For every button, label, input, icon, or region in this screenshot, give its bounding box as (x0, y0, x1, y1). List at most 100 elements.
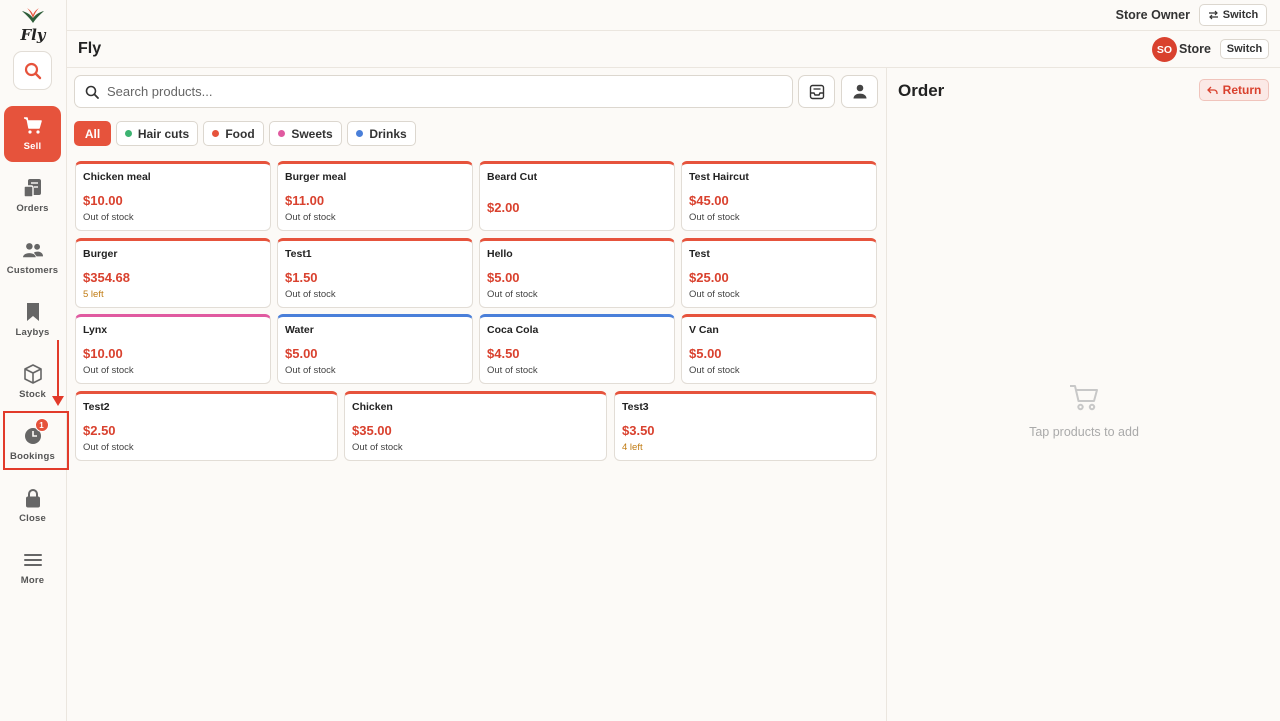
search-input[interactable] (107, 84, 757, 99)
product-stock: Out of stock (83, 442, 134, 453)
product-name: Test2 (83, 401, 110, 413)
sidebar-item-label: Customers (6, 265, 59, 276)
store-label: Store (1179, 42, 1211, 56)
product-search[interactable] (74, 75, 793, 108)
page-header: Fly SO Store Switch (67, 31, 1280, 68)
product-name: Test Haircut (689, 171, 749, 183)
product-price: $3.50 (622, 423, 655, 438)
product-card[interactable]: Chicken meal $10.00 Out of stock (75, 161, 271, 231)
product-stock: Out of stock (352, 442, 403, 453)
category-dot (356, 130, 364, 137)
sidebar-item-sell[interactable]: Sell (4, 106, 61, 162)
category-label: All (84, 126, 101, 141)
product-stock: Out of stock (285, 289, 336, 300)
category-label: Hair cuts (137, 126, 190, 141)
annotation-highlight-box (3, 411, 69, 470)
product-name: Burger (83, 248, 118, 260)
order-panel: Order Return Tap products to add (886, 68, 1280, 721)
bookmark-icon (23, 302, 43, 322)
inbox-icon (809, 84, 824, 99)
logo-text: Fly (20, 26, 46, 44)
product-card[interactable]: Hello $5.00 Out of stock (479, 238, 675, 308)
product-card[interactable]: Test1 $1.50 Out of stock (277, 238, 473, 308)
box-icon (23, 364, 43, 384)
customer-button[interactable] (841, 75, 878, 108)
product-card[interactable]: Burger meal $11.00 Out of stock (277, 161, 473, 231)
product-stock: Out of stock (83, 365, 134, 376)
product-name: Beard Cut (487, 171, 538, 183)
product-price: $11.00 (285, 193, 325, 208)
product-stock: Out of stock (689, 365, 740, 376)
category-food[interactable]: Food (203, 121, 264, 146)
product-price: $45.00 (689, 193, 729, 208)
search-icon (24, 62, 41, 79)
sidebar-item-close[interactable]: Close (4, 478, 61, 534)
product-name: Chicken meal (83, 171, 151, 183)
product-card[interactable]: Test2 $2.50 Out of stock (75, 391, 338, 461)
lock-icon (23, 488, 43, 508)
person-icon (853, 84, 866, 99)
product-card[interactable]: Test $25.00 Out of stock (681, 238, 877, 308)
product-price: $354.68 (83, 270, 130, 285)
app-logo: Fly (18, 8, 48, 44)
product-price: $5.00 (689, 346, 722, 361)
product-name: Lynx (83, 324, 108, 336)
product-name: Burger meal (285, 171, 347, 183)
product-price: $2.50 (83, 423, 116, 438)
product-stock: Out of stock (487, 289, 538, 300)
category-hair-cuts[interactable]: Hair cuts (116, 121, 198, 146)
product-card[interactable]: Test3 $3.50 4 left (614, 391, 877, 461)
switch-user-label: Switch (1222, 9, 1259, 21)
product-stock: Out of stock (689, 289, 740, 300)
product-card[interactable]: Test Haircut $45.00 Out of stock (681, 161, 877, 231)
sidebar-item-laybys[interactable]: Laybys (4, 292, 61, 348)
scan-button[interactable] (798, 75, 835, 108)
category-drinks[interactable]: Drinks (347, 121, 416, 146)
top-bar: Store Owner Switch (67, 0, 1280, 31)
sidebar-search-button[interactable] (13, 51, 52, 90)
sidebar-item-orders[interactable]: Orders (4, 168, 61, 224)
product-card[interactable]: Chicken $35.00 Out of stock (344, 391, 607, 461)
switch-store-button[interactable]: Switch (1220, 39, 1269, 59)
category-dot (124, 130, 132, 137)
bird-icon (22, 8, 44, 23)
product-card[interactable]: Burger $354.68 5 left (75, 238, 271, 308)
orders-icon (22, 178, 43, 198)
product-name: Coca Cola (487, 324, 539, 336)
sidebar-item-customers[interactable]: Customers (4, 230, 61, 286)
product-name: Water (285, 324, 314, 336)
product-price: $10.00 (83, 346, 123, 361)
avatar[interactable]: SO (1152, 37, 1177, 62)
search-icon (85, 85, 99, 99)
product-card[interactable]: Lynx $10.00 Out of stock (75, 314, 271, 384)
category-sweets[interactable]: Sweets (269, 121, 342, 146)
product-price: $5.00 (487, 270, 520, 285)
menu-icon (23, 550, 43, 570)
product-card[interactable]: V Can $5.00 Out of stock (681, 314, 877, 384)
empty-cart-text: Tap products to add (1029, 425, 1139, 439)
cart-icon (23, 116, 43, 136)
product-card[interactable]: Coca Cola $4.50 Out of stock (479, 314, 675, 384)
category-label: Sweets (291, 126, 333, 141)
product-card[interactable]: Beard Cut $2.00 (479, 161, 675, 231)
product-name: Hello (487, 248, 513, 260)
switch-store-label: Switch (1226, 43, 1263, 55)
category-all[interactable]: All (74, 121, 111, 146)
sidebar-item-label: Stock (19, 389, 46, 400)
product-stock: Out of stock (285, 365, 336, 376)
product-price: $25.00 (689, 270, 729, 285)
sidebar-item-label: Orders (16, 203, 49, 214)
category-dot (212, 130, 220, 137)
sidebar-item-label: More (20, 575, 45, 586)
return-label: Return (1222, 83, 1262, 97)
product-price: $5.00 (285, 346, 318, 361)
product-card[interactable]: Water $5.00 Out of stock (277, 314, 473, 384)
return-button[interactable]: Return (1199, 79, 1269, 101)
product-stock: 5 left (83, 289, 104, 300)
product-name: V Can (689, 324, 719, 336)
switch-user-button[interactable]: Switch (1199, 4, 1267, 26)
product-price: $10.00 (83, 193, 123, 208)
sidebar-item-more[interactable]: More (4, 540, 61, 596)
product-price: $35.00 (352, 423, 392, 438)
product-price: $4.50 (487, 346, 520, 361)
